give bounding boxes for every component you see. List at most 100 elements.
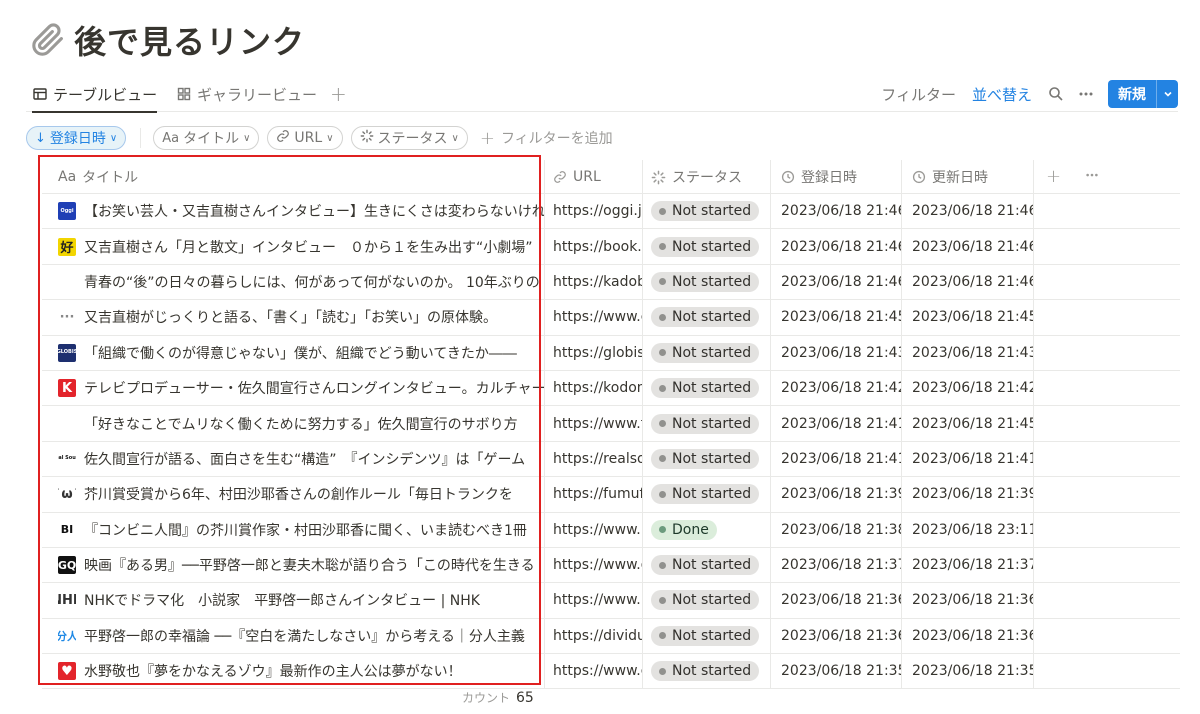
table-row[interactable]: NHK NHKでドラマ化 小説家 平野啓一郎さんインタビュー | NHK https… xyxy=(42,583,1180,619)
table-row[interactable]: GLOBIS 「組織で働くのが得意じゃない」僕が、組織でどう動いてきたか―― htt… xyxy=(42,335,1180,371)
url-cell[interactable]: https://book.asahi.com xyxy=(545,229,643,264)
created-cell[interactable]: 2023/06/18 21:46 xyxy=(771,264,902,300)
title-cell[interactable]: BI 『コンビニ人間』の芥川賞作家・村田沙耶香に聞く、いま読むべき1冊 xyxy=(42,512,545,547)
updated-cell[interactable]: 2023/06/18 23:11 xyxy=(902,512,1034,547)
url-cell[interactable]: https://www.cinra.net xyxy=(545,300,643,335)
status-cell[interactable]: Not started xyxy=(643,335,771,370)
search-icon[interactable] xyxy=(1048,86,1064,102)
url-cell[interactable]: https://kadobun.jp xyxy=(545,264,643,300)
table-row[interactable]: Oggi 【お笑い芸人・又吉直樹さんインタビュー】生きにくさは変わらないけれど ht… xyxy=(42,194,1180,230)
url-cell[interactable]: https://www.nhk xyxy=(545,583,643,618)
add-column-icon[interactable]: + xyxy=(1046,166,1061,187)
title-link[interactable]: テレビプロデューサー・佐久間宣行さんロングインタビュー。カルチャー xyxy=(84,381,544,399)
title-link[interactable]: 水野敬也『夢をかなえるゾウ』最新作の主人公は夢がない！ xyxy=(84,664,462,682)
updated-cell[interactable]: 2023/06/18 21:42 xyxy=(902,370,1034,406)
table-row[interactable]: 「好きなことでムリなく働くために努力する」佐久間宣行のサボり方 https://w… xyxy=(42,406,1180,442)
created-cell[interactable]: 2023/06/18 21:38 xyxy=(771,512,902,547)
created-cell[interactable]: 2023/06/18 21:37 xyxy=(771,547,902,583)
column-header-url[interactable]: URL xyxy=(545,160,643,194)
updated-cell[interactable]: 2023/06/18 21:35 xyxy=(902,654,1034,689)
title-link[interactable]: 平野啓一郎の幸福論 ──『空白を満たしなさい』から考える｜分人主義 xyxy=(84,628,525,646)
table-row[interactable]: 好又吉直樹さん「月と散文」インタビュー ０から１を生み出す“小劇場” https:… xyxy=(42,229,1180,265)
created-cell[interactable]: 2023/06/18 21:35 xyxy=(771,654,902,689)
created-cell[interactable]: 2023/06/18 21:36 xyxy=(771,583,902,618)
title-cell[interactable]: ♥ 水野敬也『夢をかなえるゾウ』最新作の主人公は夢がない！ xyxy=(42,654,545,689)
title-link[interactable]: NHKでドラマ化 小説家 平野啓一郎さんインタビュー | NHK xyxy=(84,593,480,611)
url-cell[interactable]: https://kodomo. xyxy=(545,370,643,406)
title-cell[interactable]: 「好きなことでムリなく働くために努力する」佐久間宣行のサボり方 xyxy=(42,406,545,441)
status-cell[interactable]: Not started xyxy=(643,406,771,441)
status-cell[interactable]: Done xyxy=(643,512,771,547)
title-cell[interactable]: GLOBIS 「組織で働くのが得意じゃない」僕が、組織でどう動いてきたか―― xyxy=(42,335,545,370)
title-cell[interactable]: NHK NHKでドラマ化 小説家 平野啓一郎さんインタビュー | NHK xyxy=(42,583,545,618)
title-cell[interactable]: Real Sound 佐久間宣行が語る、面白さを生む“構造” 『インシデンツ』は「… xyxy=(42,441,545,477)
updated-cell[interactable]: 2023/06/18 21:46 xyxy=(902,264,1034,300)
new-button[interactable]: 新規 xyxy=(1108,80,1178,108)
column-header-created[interactable]: 登録日時 xyxy=(771,160,902,194)
created-cell[interactable]: 2023/06/18 21:45 xyxy=(771,300,902,335)
title-link[interactable]: 又吉直樹がじっくりと語る、「書く」「読む」「お笑い」の原体験。 xyxy=(84,310,497,328)
filter-chip-title[interactable]: Aa タイトル ∨ xyxy=(153,126,260,150)
status-cell[interactable]: Not started xyxy=(643,441,771,477)
table-row[interactable]: 青春の“後”の日々の暮らしには、何があって何がないのか。 10年ぶりの https… xyxy=(42,264,1180,301)
title-cell[interactable]: K テレビプロデューサー・佐久間宣行さんロングインタビュー。カルチャー xyxy=(42,370,545,406)
updated-cell[interactable]: 2023/06/18 21:46 xyxy=(902,194,1034,229)
sort-button[interactable]: 並べ替え xyxy=(972,84,1032,105)
updated-cell[interactable]: 2023/06/18 21:43 xyxy=(902,335,1034,370)
url-cell[interactable]: https://globis.jp xyxy=(545,335,643,370)
table-row[interactable]: 分人平野啓一郎の幸福論 ──『空白を満たしなさい』から考える｜分人主義https… xyxy=(42,618,1180,655)
updated-cell[interactable]: 2023/06/18 21:41 xyxy=(902,441,1034,477)
table-row[interactable]: BI 『コンビニ人間』の芥川賞作家・村田沙耶香に聞く、いま読むべき1冊 https:… xyxy=(42,512,1180,548)
updated-cell[interactable]: 2023/06/18 21:37 xyxy=(902,547,1034,583)
updated-cell[interactable]: 2023/06/18 21:36 xyxy=(902,618,1034,654)
title-cell[interactable]: Oggi 【お笑い芸人・又吉直樹さんインタビュー】生きにくさは変わらないけれど xyxy=(42,194,545,229)
filter-button[interactable]: フィルター xyxy=(881,84,956,105)
url-cell[interactable]: https://fumufumu xyxy=(545,477,643,512)
tab-table-view[interactable]: テーブルビュー xyxy=(32,76,158,113)
filter-chip-url[interactable]: URL ∨ xyxy=(267,126,343,150)
status-cell[interactable]: Not started xyxy=(643,547,771,583)
url-cell[interactable]: https://oggi.jp/ xyxy=(545,194,643,229)
column-header-title[interactable]: Aa タイトル xyxy=(42,160,545,194)
created-cell[interactable]: 2023/06/18 21:43 xyxy=(771,335,902,370)
title-cell[interactable]: GQ 映画『ある男』──平野啓一郎と妻夫木聡が語り合う「この時代を生きる xyxy=(42,547,545,583)
created-cell[interactable]: 2023/06/18 21:42 xyxy=(771,370,902,406)
status-cell[interactable]: Not started xyxy=(643,300,771,335)
updated-cell[interactable]: 2023/06/18 21:45 xyxy=(902,300,1034,335)
url-cell[interactable]: https://dividual xyxy=(545,618,643,654)
updated-cell[interactable]: 2023/06/18 21:36 xyxy=(902,583,1034,618)
tab-gallery-view[interactable]: ギャラリービュー xyxy=(176,76,317,112)
url-cell[interactable]: https://www.cy xyxy=(545,654,643,689)
table-row[interactable]: Real Sound 佐久間宣行が語る、面白さを生む“構造” 『インシデンツ』は「… xyxy=(42,441,1180,478)
add-view-button[interactable]: + xyxy=(330,76,347,112)
more-icon[interactable] xyxy=(1085,168,1099,186)
title-link[interactable]: 映画『ある男』──平野啓一郎と妻夫木聡が語り合う「この時代を生きる xyxy=(84,558,535,576)
more-icon[interactable] xyxy=(1078,86,1094,102)
updated-cell[interactable]: 2023/06/18 21:46 xyxy=(902,229,1034,264)
table-row[interactable]: K テレビプロデューサー・佐久間宣行さんロングインタビュー。カルチャー https:… xyxy=(42,370,1180,407)
column-header-updated[interactable]: 更新日時 xyxy=(902,160,1034,194)
status-cell[interactable]: Not started xyxy=(643,583,771,618)
add-filter-button[interactable]: + フィルターを追加 xyxy=(480,128,613,149)
url-cell[interactable]: https://www.tv xyxy=(545,406,643,441)
title-cell[interactable]: 青春の“後”の日々の暮らしには、何があって何がないのか。 10年ぶりの xyxy=(42,264,545,300)
title-link[interactable]: 「好きなことでムリなく働くために努力する」佐久間宣行のサボり方 xyxy=(84,416,518,434)
title-cell[interactable]: ˋωˊ 芥川賞受賞から6年、村田沙耶香さんの創作ルール「毎日トランクを xyxy=(42,477,545,512)
title-link[interactable]: 【お笑い芸人・又吉直樹さんインタビュー】生きにくさは変わらないけれど xyxy=(84,204,544,222)
created-cell[interactable]: 2023/06/18 21:39 xyxy=(771,477,902,512)
title-link[interactable]: 又吉直樹さん「月と散文」インタビュー ０から１を生み出す“小劇場” xyxy=(84,239,533,257)
filter-chip-status[interactable]: ステータス ∨ xyxy=(350,126,468,150)
status-cell[interactable]: Not started xyxy=(643,229,771,264)
url-cell[interactable]: https://www.gq xyxy=(545,547,643,583)
status-cell[interactable]: Not started xyxy=(643,477,771,512)
url-cell[interactable]: https://realsound.jp xyxy=(545,441,643,477)
sort-chip-created[interactable]: ↓ 登録日時 ∨ xyxy=(26,126,127,150)
created-cell[interactable]: 2023/06/18 21:41 xyxy=(771,406,902,441)
new-button-label[interactable]: 新規 xyxy=(1108,80,1156,108)
updated-cell[interactable]: 2023/06/18 21:39 xyxy=(902,477,1034,512)
title-cell[interactable]: ··· 又吉直樹がじっくりと語る、「書く」「読む」「お笑い」の原体験。 xyxy=(42,300,545,335)
status-cell[interactable]: Not started xyxy=(643,654,771,689)
table-row[interactable]: ♥ 水野敬也『夢をかなえるゾウ』最新作の主人公は夢がない！ https://www.… xyxy=(42,654,1180,690)
created-cell[interactable]: 2023/06/18 21:36 xyxy=(771,618,902,654)
title-cell[interactable]: 分人平野啓一郎の幸福論 ──『空白を満たしなさい』から考える｜分人主義 xyxy=(42,618,545,654)
